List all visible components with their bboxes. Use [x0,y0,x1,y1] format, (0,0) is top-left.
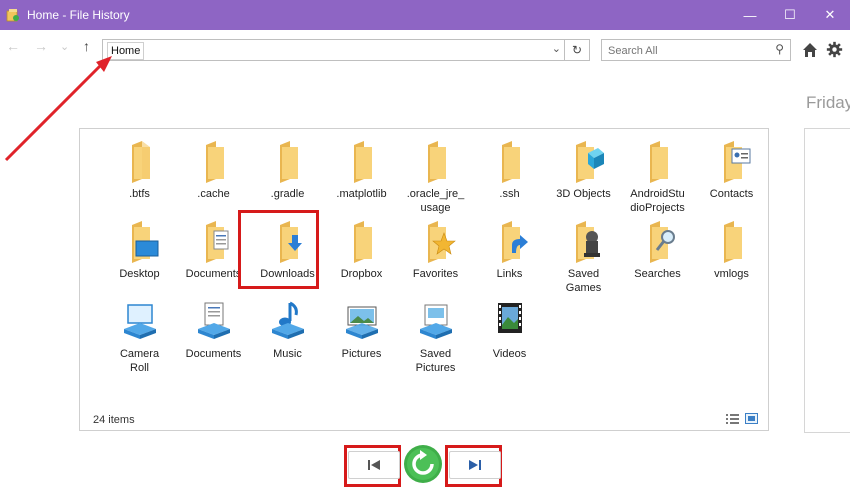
file-label: 3D Objects [556,188,611,200]
camera-roll-library-icon [123,304,156,339]
file-item[interactable]: .gradle [250,139,325,201]
file-item[interactable]: Documents [176,299,251,361]
close-button[interactable]: ✕ [810,0,850,30]
maximize-button[interactable]: ☐ [770,0,810,30]
file-item[interactable]: Favorites [398,219,473,281]
previous-version-icon [368,460,380,470]
favorites-folder-icon [427,221,456,263]
search-input[interactable] [606,41,760,61]
music-library-icon [271,301,304,339]
file-history-app-icon [6,9,19,22]
refresh-button[interactable]: ↻ [564,40,589,60]
folder-icon [501,141,520,183]
file-pane: .btfs .cache .gradle .matplotlib .oracle… [79,128,769,431]
large-icons-view-icon[interactable] [745,413,758,424]
file-item[interactable]: .ssh [472,139,547,201]
gear-icon[interactable] [826,41,843,58]
file-item[interactable]: AndroidStu dioProjects [620,139,695,215]
file-label: Videos [492,348,527,360]
file-label: Searches [634,268,681,280]
file-label: Pictures [341,348,382,360]
timeline-day-label: Friday [806,93,850,112]
file-item[interactable]: Saved Pictures [398,299,473,375]
downloads-highlight-box [238,210,319,289]
title-bar: Home - File History — ☐ ✕ [0,0,850,30]
file-label: Camera Roll [119,348,160,374]
file-label: vmlogs [714,268,749,280]
item-count: 24 items [93,414,135,426]
file-item[interactable]: Camera Roll [102,299,177,375]
folder-icon [723,221,742,263]
address-dropdown-icon[interactable]: ⌄ [552,42,561,55]
file-label: Dropbox [340,268,383,280]
file-label: .cache [197,188,230,200]
file-item[interactable]: .oracle_jre_ usage [398,139,473,215]
desktop-folder-icon [131,221,158,263]
home-icon[interactable] [802,42,818,58]
window-title: Home - File History [27,8,130,22]
file-label: Documents [185,348,242,360]
file-item[interactable]: 3D Objects [546,139,621,201]
file-item[interactable]: .matplotlib [324,139,399,201]
file-label: Saved Games [565,268,602,294]
videos-library-icon [497,303,522,333]
annotation-arrow [4,56,112,162]
searches-folder-icon [649,221,675,263]
restore-button[interactable] [403,443,443,485]
details-view-icon[interactable] [726,413,739,424]
3d-objects-folder-icon [575,141,604,183]
address-bar[interactable]: Home ⌄ ↻ [102,39,590,61]
next-version-preview-pane[interactable] [804,128,850,433]
search-icon[interactable]: ⚲ [775,42,784,56]
documents-folder-icon [205,221,228,263]
file-item[interactable]: Links [472,219,547,281]
file-item[interactable]: .cache [176,139,251,201]
file-item[interactable]: Dropbox [324,219,399,281]
view-toggle [726,413,758,424]
contacts-folder-icon [723,141,750,183]
file-item[interactable]: Searches [620,219,695,281]
file-label: .btfs [129,188,150,200]
file-item[interactable]: Music [250,299,325,361]
pictures-library-icon [345,306,378,339]
minimize-button[interactable]: — [730,0,770,30]
search-box[interactable]: ⚲ [601,39,791,61]
file-item[interactable]: Saved Games [546,219,621,295]
file-label: .gradle [270,188,305,200]
saved-pictures-library-icon [419,304,452,339]
next-version-button[interactable] [449,451,501,479]
file-label: Music [273,348,302,360]
folder-icon [353,141,372,183]
file-label: Saved Pictures [415,348,456,374]
file-item[interactable]: Pictures [324,299,399,361]
saved-games-folder-icon [575,221,600,263]
file-label: AndroidStu dioProjects [630,188,685,214]
folder-icon [353,221,372,263]
links-folder-icon [501,221,528,263]
folder-icon [205,141,224,183]
file-label: .matplotlib [336,188,387,200]
folder-icon [427,141,446,183]
folder-icon [279,141,298,183]
next-version-icon [469,460,481,470]
file-label: Links [496,268,523,280]
file-item[interactable]: Contacts [694,139,769,201]
previous-version-button[interactable] [348,451,400,479]
folder-icon [649,141,668,183]
file-label: .oracle_jre_ usage [406,188,465,214]
file-label: Contacts [709,188,754,200]
file-item[interactable]: vmlogs [694,219,769,281]
file-item[interactable]: Desktop [102,219,177,281]
documents-library-icon [197,302,230,339]
file-label: Desktop [119,268,160,280]
file-label: .ssh [499,188,520,200]
file-item[interactable]: Videos [472,299,547,361]
file-label: Favorites [412,268,459,280]
